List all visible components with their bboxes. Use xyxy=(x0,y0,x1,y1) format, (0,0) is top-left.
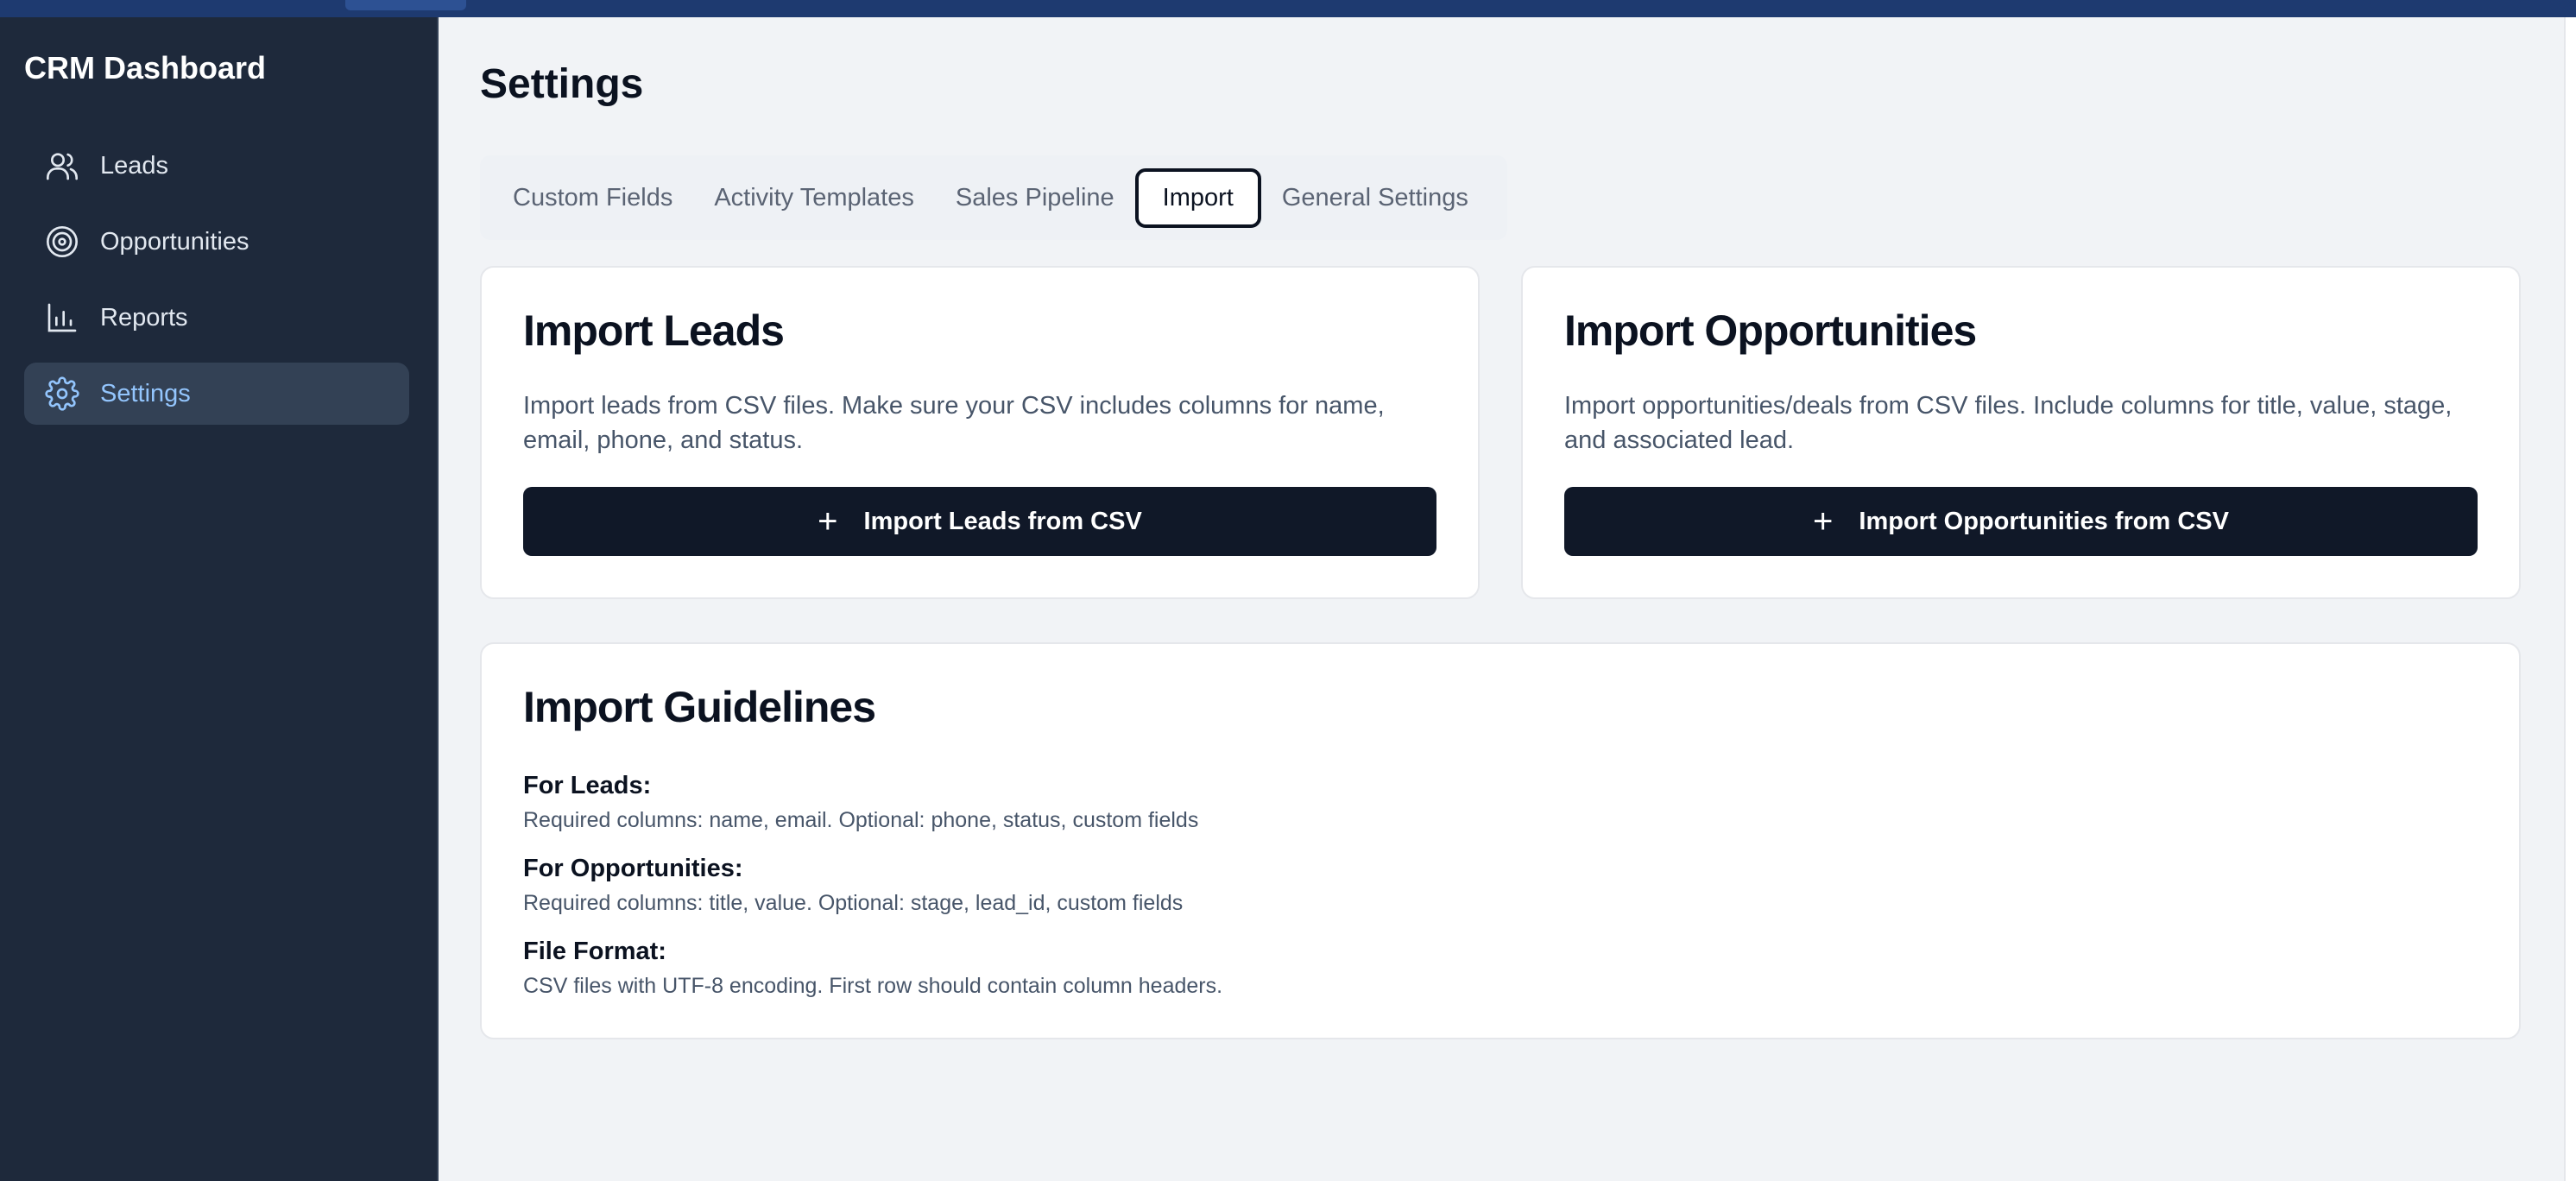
tab-general-settings[interactable]: General Settings xyxy=(1261,168,1489,228)
sidebar-item-leads[interactable]: Leads xyxy=(24,135,409,197)
guideline-text-file-format: CSV files with UTF-8 encoding. First row… xyxy=(523,974,1223,998)
main-content: Settings Custom Fields Activity Template… xyxy=(440,17,2564,1181)
app-title: CRM Dashboard xyxy=(24,50,267,85)
guideline-heading-leads: For Leads: xyxy=(523,772,652,799)
tab-custom-fields[interactable]: Custom Fields xyxy=(492,168,693,228)
bar-chart-icon xyxy=(45,300,79,335)
import-leads-button[interactable]: + Import Leads from CSV xyxy=(523,487,1436,556)
tab-sales-pipeline[interactable]: Sales Pipeline xyxy=(935,168,1135,228)
sidebar-item-label: Reports xyxy=(100,303,188,332)
import-leads-description: Import leads from CSV files. Make sure y… xyxy=(523,392,1385,454)
guideline-heading-file-format: File Format: xyxy=(523,938,666,965)
scrollbar-track[interactable] xyxy=(2564,17,2576,1181)
sidebar-item-settings[interactable]: Settings xyxy=(24,363,409,425)
import-opportunities-description: Import opportunities/deals from CSV file… xyxy=(1564,392,2453,454)
tab-activity-templates[interactable]: Activity Templates xyxy=(693,168,935,228)
sidebar-item-label: Leads xyxy=(100,151,169,180)
import-opportunities-button[interactable]: + Import Opportunities from CSV xyxy=(1564,487,2478,556)
import-leads-title: Import Leads xyxy=(523,306,785,355)
import-leads-button-label: Import Leads from CSV xyxy=(863,507,1142,535)
import-guidelines-card: Import Guidelines For Leads: Required co… xyxy=(480,642,2521,1039)
sidebar-item-opportunities[interactable]: Opportunities xyxy=(24,211,409,273)
browser-top-strip xyxy=(0,0,2576,17)
sidebar-item-label: Settings xyxy=(100,379,191,407)
guideline-heading-opportunities: For Opportunities: xyxy=(523,855,743,882)
import-opportunities-title: Import Opportunities xyxy=(1564,306,1977,355)
import-opportunities-card: Import Opportunities Import opportunitie… xyxy=(1521,266,2521,599)
sidebar-item-reports[interactable]: Reports xyxy=(24,287,409,349)
page-title: Settings xyxy=(480,61,644,107)
gear-icon xyxy=(45,376,79,411)
settings-tabs: Custom Fields Activity Templates Sales P… xyxy=(480,155,1507,240)
guideline-text-leads: Required columns: name, email. Optional:… xyxy=(523,808,1199,832)
plus-icon: + xyxy=(1813,502,1834,540)
import-opportunities-button-label: Import Opportunities from CSV xyxy=(1859,507,2229,535)
sidebar-item-label: Opportunities xyxy=(100,227,249,256)
sidebar: CRM Dashboard Leads Opportunities Report… xyxy=(0,17,439,1181)
guideline-text-opportunities: Required columns: title, value. Optional… xyxy=(523,891,1184,915)
browser-tab-indicator xyxy=(345,0,466,10)
import-guidelines-title: Import Guidelines xyxy=(523,683,876,731)
plus-icon: + xyxy=(818,502,838,540)
users-icon xyxy=(45,148,79,183)
target-icon xyxy=(45,224,79,259)
tab-import[interactable]: Import xyxy=(1134,167,1261,228)
import-leads-card: Import Leads Import leads from CSV files… xyxy=(480,266,1480,599)
